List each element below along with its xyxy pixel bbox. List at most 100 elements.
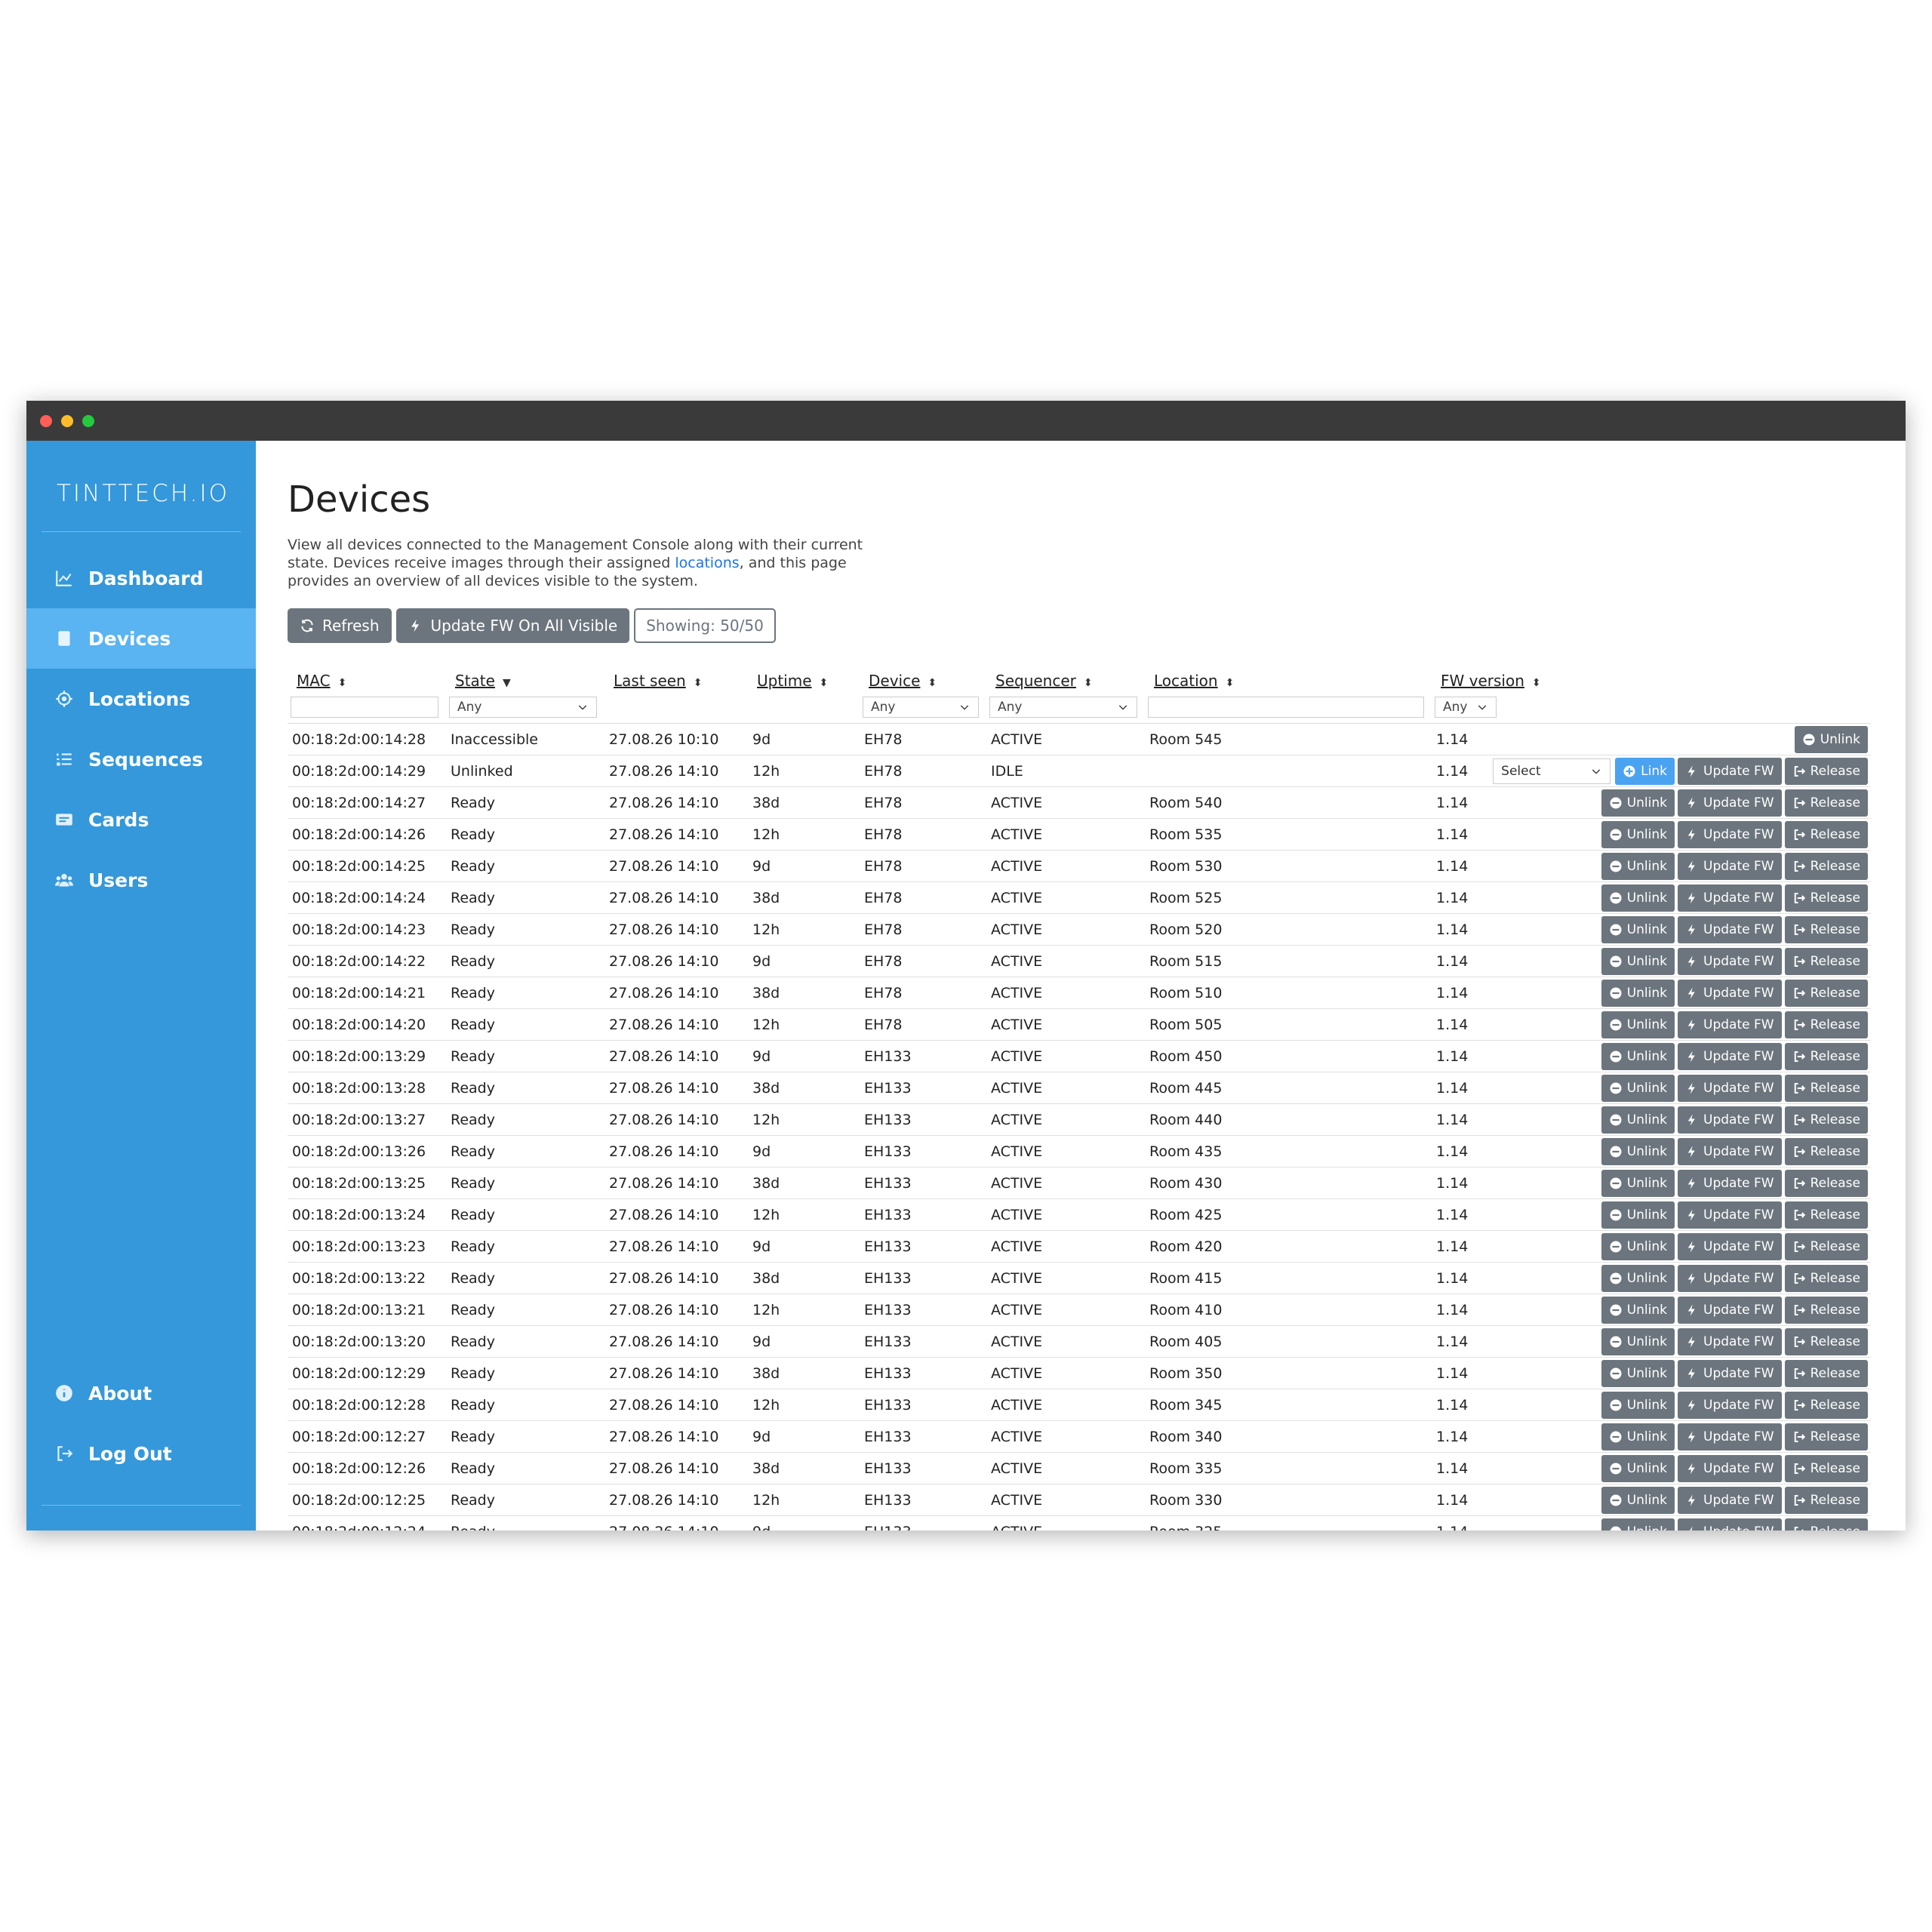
mac-cell[interactable]: 00:18:2d:00:13:27 [288,1103,446,1136]
unlink-button[interactable]: Unlink [1794,725,1868,753]
location-cell[interactable]: Room 345 [1145,1389,1432,1421]
device-filter-select[interactable]: Any [863,697,979,718]
mac-cell[interactable]: 00:18:2d:00:12:27 [288,1420,446,1453]
maximize-window-button[interactable] [82,415,94,427]
update-fw-button[interactable]: Update FW [1678,947,1782,975]
update-fw-button[interactable]: Update FW [1678,1042,1782,1070]
mac-cell[interactable]: 00:18:2d:00:14:28 [288,723,446,755]
column-header-mac[interactable]: MAC ⬍ [288,660,446,694]
column-header-device[interactable]: Device ⬍ [860,660,986,694]
location-cell[interactable]: Room 535 [1145,818,1432,851]
release-button[interactable]: Release [1784,1074,1868,1102]
update-fw-button[interactable]: Update FW [1678,852,1782,880]
update-fw-button[interactable]: Update FW [1678,820,1782,848]
mac-filter-input[interactable] [291,697,438,718]
update-fw-button[interactable]: Update FW [1678,1232,1782,1260]
unlink-button[interactable]: Unlink [1601,1264,1675,1292]
unlink-button[interactable]: Unlink [1601,789,1675,817]
release-button[interactable]: Release [1784,1042,1868,1070]
release-button[interactable]: Release [1784,820,1868,848]
sidebar-item-cards[interactable]: Cards [26,789,256,850]
update-fw-button[interactable]: Update FW [1678,1106,1782,1134]
unlink-button[interactable]: Unlink [1601,1391,1675,1419]
sequencer-filter-select[interactable]: Any [989,697,1137,718]
location-cell[interactable]: Room 445 [1145,1072,1432,1104]
unlink-button[interactable]: Unlink [1601,852,1675,880]
update-fw-button[interactable]: Update FW [1678,789,1782,817]
location-cell[interactable]: Room 540 [1145,786,1432,819]
location-select[interactable]: Select [1493,758,1611,784]
location-cell[interactable]: Room 440 [1145,1103,1432,1136]
unlink-button[interactable]: Unlink [1601,1296,1675,1324]
mac-cell[interactable]: 00:18:2d:00:13:28 [288,1072,446,1104]
location-cell[interactable]: Room 410 [1145,1294,1432,1326]
location-cell[interactable]: Room 420 [1145,1230,1432,1263]
state-filter-select[interactable]: Any [449,697,597,718]
update-fw-button[interactable]: Update FW [1678,1486,1782,1514]
column-header-state[interactable]: State ▼ [446,660,605,694]
release-button[interactable]: Release [1784,1391,1868,1419]
unlink-button[interactable]: Unlink [1601,1454,1675,1482]
location-filter-input[interactable] [1148,697,1424,718]
release-button[interactable]: Release [1784,1296,1868,1324]
update-fw-button[interactable]: Update FW [1678,1264,1782,1292]
release-button[interactable]: Release [1784,757,1868,785]
update-fw-button[interactable]: Update FW [1678,1423,1782,1451]
mac-cell[interactable]: 00:18:2d:00:13:24 [288,1198,446,1231]
mac-cell[interactable]: 00:18:2d:00:12:29 [288,1357,446,1389]
unlink-button[interactable]: Unlink [1601,915,1675,943]
mac-cell[interactable]: 00:18:2d:00:13:22 [288,1262,446,1294]
unlink-button[interactable]: Unlink [1601,979,1675,1007]
mac-cell[interactable]: 00:18:2d:00:13:25 [288,1167,446,1199]
mac-cell[interactable]: 00:18:2d:00:12:26 [288,1452,446,1484]
sidebar-item-dashboard[interactable]: Dashboard [26,548,256,608]
location-cell[interactable]: Room 545 [1145,723,1432,755]
unlink-button[interactable]: Unlink [1601,1232,1675,1260]
location-cell[interactable]: Room 450 [1145,1040,1432,1072]
location-cell[interactable]: Room 425 [1145,1198,1432,1231]
unlink-button[interactable]: Unlink [1601,1137,1675,1165]
unlink-button[interactable]: Unlink [1601,1106,1675,1134]
brand-logo[interactable]: TINTTECH.IO [57,480,229,507]
unlink-button[interactable]: Unlink [1601,1518,1675,1531]
update-fw-button[interactable]: Update FW [1678,979,1782,1007]
mac-cell[interactable]: 00:18:2d:00:14:22 [288,945,446,977]
mac-cell[interactable]: 00:18:2d:00:14:29 [288,755,446,787]
mac-cell[interactable]: 00:18:2d:00:14:20 [288,1008,446,1041]
release-button[interactable]: Release [1784,1486,1868,1514]
unlink-button[interactable]: Unlink [1601,1359,1675,1387]
sidebar-item-locations[interactable]: Locations [26,669,256,729]
mac-cell[interactable]: 00:18:2d:00:12:25 [288,1484,446,1516]
update-fw-button[interactable]: Update FW [1678,1011,1782,1038]
unlink-button[interactable]: Unlink [1601,1042,1675,1070]
minimize-window-button[interactable] [61,415,73,427]
unlink-button[interactable]: Unlink [1601,1486,1675,1514]
update-fw-button[interactable]: Update FW [1678,915,1782,943]
column-header-last-seen[interactable]: Last seen ⬍ [605,660,748,694]
release-button[interactable]: Release [1784,947,1868,975]
release-button[interactable]: Release [1784,789,1868,817]
release-button[interactable]: Release [1784,1454,1868,1482]
release-button[interactable]: Release [1784,1518,1868,1531]
location-cell[interactable]: Room 510 [1145,977,1432,1009]
location-cell[interactable]: Room 325 [1145,1515,1432,1531]
column-header-fw-version[interactable]: FW version ⬍ [1432,660,1871,694]
mac-cell[interactable]: 00:18:2d:00:14:23 [288,913,446,946]
location-cell[interactable]: Room 520 [1145,913,1432,946]
fw-filter-select[interactable]: Any [1435,697,1497,718]
release-button[interactable]: Release [1784,1106,1868,1134]
unlink-button[interactable]: Unlink [1601,1169,1675,1197]
release-button[interactable]: Release [1784,979,1868,1007]
update-fw-button[interactable]: Update FW [1678,1296,1782,1324]
mac-cell[interactable]: 00:18:2d:00:12:28 [288,1389,446,1421]
update-fw-button[interactable]: Update FW [1678,1518,1782,1531]
location-cell[interactable]: Room 335 [1145,1452,1432,1484]
mac-cell[interactable]: 00:18:2d:00:14:25 [288,850,446,882]
release-button[interactable]: Release [1784,1201,1868,1229]
update-fw-button[interactable]: Update FW [1678,1391,1782,1419]
location-cell[interactable]: Room 515 [1145,945,1432,977]
release-button[interactable]: Release [1784,1137,1868,1165]
mac-cell[interactable]: 00:18:2d:00:12:24 [288,1515,446,1531]
mac-cell[interactable]: 00:18:2d:00:13:21 [288,1294,446,1326]
location-cell[interactable] [1145,755,1432,787]
